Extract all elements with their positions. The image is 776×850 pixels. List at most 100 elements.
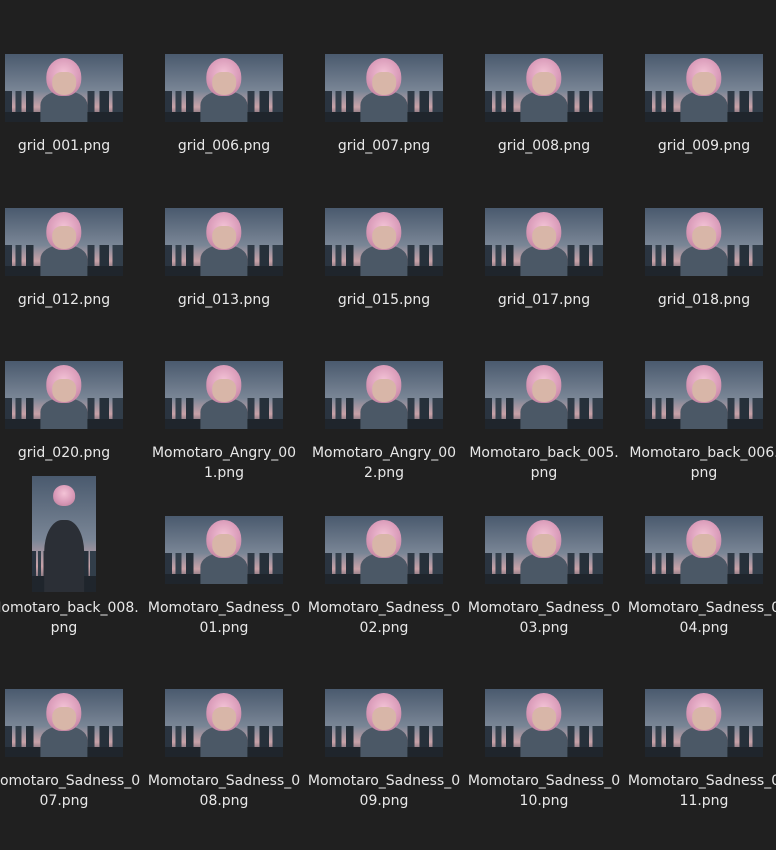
- thumbnail-frame: [306, 460, 462, 592]
- image-thumbnail[interactable]: [485, 208, 603, 276]
- thumbnail-face: [692, 71, 716, 95]
- image-thumbnail[interactable]: [645, 361, 763, 429]
- image-thumbnail[interactable]: [165, 689, 283, 757]
- thumbnail-frame: [0, 152, 142, 284]
- thumbnail-frame: [306, 633, 462, 765]
- file-item[interactable]: grid_006.png: [146, 0, 302, 156]
- file-item[interactable]: grid_020.png: [0, 305, 142, 463]
- thumbnail-frame: [626, 0, 776, 130]
- thumbnail-frame: [626, 305, 776, 437]
- image-thumbnail[interactable]: [645, 54, 763, 122]
- thumbnail-face: [52, 71, 76, 95]
- thumbnail-frame: [466, 460, 622, 592]
- thumbnail-frame: [626, 152, 776, 284]
- thumbnail-frame: [626, 460, 776, 592]
- file-name-label: Momotaro_Sadness_008.png: [147, 773, 301, 809]
- image-thumbnail[interactable]: [485, 361, 603, 429]
- file-item[interactable]: Momotaro_Sadness_008.png: [146, 633, 302, 811]
- thumbnail-face: [532, 71, 556, 95]
- file-item[interactable]: grid_018.png: [626, 152, 776, 310]
- image-thumbnail[interactable]: [165, 54, 283, 122]
- image-thumbnail[interactable]: [5, 689, 123, 757]
- thumbnail-face: [372, 378, 396, 402]
- thumbnail-frame: [0, 0, 142, 130]
- file-item[interactable]: Momotaro_back_008.png: [0, 460, 142, 638]
- file-item[interactable]: Momotaro_Sadness_002.png: [306, 460, 462, 638]
- thumbnail-frame: [0, 460, 142, 592]
- thumbnail-face: [212, 706, 236, 730]
- image-thumbnail[interactable]: [325, 208, 443, 276]
- thumbnail-face: [372, 533, 396, 557]
- thumbnail-face: [532, 706, 556, 730]
- file-item[interactable]: Momotaro_Sadness_011.png: [626, 633, 776, 811]
- thumbnail-frame: [146, 460, 302, 592]
- file-name-label: Momotaro_back_008.png: [0, 600, 139, 636]
- file-item[interactable]: grid_007.png: [306, 0, 462, 156]
- image-thumbnail[interactable]: [165, 361, 283, 429]
- thumbnail-face: [52, 225, 76, 249]
- file-item[interactable]: grid_015.png: [306, 152, 462, 310]
- file-item[interactable]: Momotaro_Angry_001.png: [146, 305, 302, 483]
- thumbnail-figure: [44, 520, 84, 592]
- thumbnail-face: [692, 533, 716, 557]
- file-name-label: Momotaro_Sadness_004.png: [627, 600, 776, 636]
- file-item[interactable]: grid_013.png: [146, 152, 302, 310]
- file-item[interactable]: Momotaro_Sadness_004.png: [626, 460, 776, 638]
- thumbnail-frame: [306, 0, 462, 130]
- thumbnail-hair: [53, 485, 75, 507]
- thumbnail-face: [212, 378, 236, 402]
- file-name-label: Momotaro_Sadness_003.png: [467, 600, 621, 636]
- image-thumbnail[interactable]: [645, 208, 763, 276]
- thumbnail-frame: [466, 0, 622, 130]
- file-name-label: Momotaro_Sadness_001.png: [147, 600, 301, 636]
- file-name-label: Momotaro_Sadness_011.png: [627, 773, 776, 809]
- file-item[interactable]: Momotaro_Sadness_001.png: [146, 460, 302, 638]
- file-item[interactable]: grid_008.png: [466, 0, 622, 156]
- thumbnail-face: [372, 706, 396, 730]
- file-item[interactable]: Momotaro_back_005.png: [466, 305, 622, 483]
- image-thumbnail[interactable]: [485, 689, 603, 757]
- image-thumbnail[interactable]: [645, 689, 763, 757]
- thumbnail-frame: [146, 305, 302, 437]
- thumbnail-frame: [626, 633, 776, 765]
- image-thumbnail[interactable]: [5, 361, 123, 429]
- image-thumbnail[interactable]: [325, 54, 443, 122]
- file-item[interactable]: Momotaro_Sadness_010.png: [466, 633, 622, 811]
- image-thumbnail[interactable]: [485, 516, 603, 584]
- file-name-label: Momotaro_Sadness_009.png: [307, 773, 461, 809]
- thumbnail-face: [532, 533, 556, 557]
- file-name-label: Momotaro_Sadness_010.png: [467, 773, 621, 809]
- file-item[interactable]: Momotaro_Angry_002.png: [306, 305, 462, 483]
- image-thumbnail[interactable]: [325, 361, 443, 429]
- image-thumbnail[interactable]: [32, 476, 96, 592]
- file-item[interactable]: grid_017.png: [466, 152, 622, 310]
- thumbnail-face: [692, 706, 716, 730]
- thumbnail-frame: [466, 633, 622, 765]
- image-thumbnail[interactable]: [5, 54, 123, 122]
- thumbnail-face: [52, 706, 76, 730]
- file-item[interactable]: grid_001.png: [0, 0, 142, 156]
- thumbnail-frame: [306, 305, 462, 437]
- thumbnail-frame: [0, 305, 142, 437]
- file-item[interactable]: Momotaro_back_006.png: [626, 305, 776, 483]
- file-item[interactable]: Momotaro_Sadness_003.png: [466, 460, 622, 638]
- image-thumbnail[interactable]: [485, 54, 603, 122]
- file-item[interactable]: grid_009.png: [626, 0, 776, 156]
- file-item[interactable]: Momotaro_Sadness_007.png: [0, 633, 142, 811]
- thumbnail-frame: [0, 633, 142, 765]
- image-thumbnail[interactable]: [325, 689, 443, 757]
- thumbnail-face: [372, 225, 396, 249]
- thumbnail-face: [532, 225, 556, 249]
- image-thumbnail[interactable]: [645, 516, 763, 584]
- image-thumbnail[interactable]: [165, 516, 283, 584]
- file-item[interactable]: Momotaro_Sadness_009.png: [306, 633, 462, 811]
- file-item[interactable]: grid_012.png: [0, 152, 142, 310]
- image-thumbnail[interactable]: [165, 208, 283, 276]
- thumbnail-face: [212, 71, 236, 95]
- thumbnail-face: [212, 533, 236, 557]
- thumbnail-face: [692, 225, 716, 249]
- image-thumbnail[interactable]: [5, 208, 123, 276]
- thumbnail-frame: [146, 152, 302, 284]
- image-thumbnail[interactable]: [325, 516, 443, 584]
- thumbnail-frame: [306, 152, 462, 284]
